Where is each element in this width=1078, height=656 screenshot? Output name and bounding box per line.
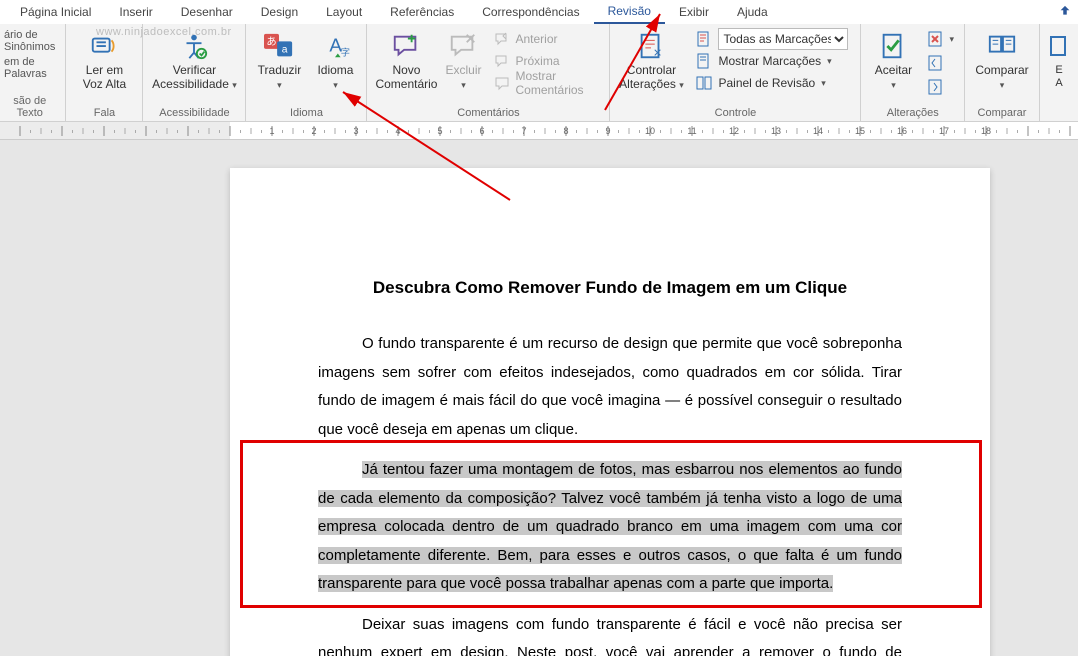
- svg-text:16: 16: [897, 126, 907, 136]
- accept-icon: [877, 30, 909, 62]
- reject-icon: [927, 31, 943, 47]
- word-count-item[interactable]: em de Palavras: [0, 55, 59, 82]
- svg-text:字: 字: [341, 46, 350, 57]
- tab-ajuda[interactable]: Ajuda: [723, 1, 782, 23]
- svg-text:a: a: [282, 45, 288, 56]
- block-authors-icon: [1043, 30, 1075, 62]
- compare-button[interactable]: Comparar▾: [971, 26, 1033, 96]
- tab-referencias[interactable]: Referências: [376, 1, 468, 23]
- svg-text:14: 14: [813, 126, 823, 136]
- tab-layout[interactable]: Layout: [312, 1, 376, 23]
- selection-highlight-box: [240, 440, 982, 608]
- svg-text:15: 15: [855, 126, 865, 136]
- show-markup-button[interactable]: Mostrar Marcações ▾: [690, 50, 854, 72]
- svg-text:7: 7: [521, 126, 526, 136]
- show-comments-button: Mostrar Comentários: [488, 72, 604, 94]
- markup-display-combo[interactable]: Todas as Marcações: [690, 28, 854, 50]
- svg-text:8: 8: [563, 126, 568, 136]
- paragraph-1[interactable]: O fundo transparente é um recurso de des…: [318, 330, 902, 444]
- ribbon: ário de Sinônimos em de Palavras são de …: [0, 24, 1078, 122]
- svg-text:6: 6: [479, 126, 484, 136]
- tab-desenhar[interactable]: Desenhar: [167, 1, 247, 23]
- tab-correspondencias[interactable]: Correspondências: [468, 1, 593, 23]
- track-changes-icon: [635, 30, 667, 62]
- prev-comment-icon: [494, 31, 510, 47]
- new-comment-icon: [390, 30, 422, 62]
- svg-text:10: 10: [645, 126, 655, 136]
- prev-change-button[interactable]: [923, 52, 958, 74]
- svg-text:1: 1: [269, 126, 274, 136]
- svg-text:13: 13: [771, 126, 781, 136]
- tab-pagina-inicial[interactable]: Página Inicial: [6, 1, 105, 23]
- svg-text:17: 17: [939, 126, 949, 136]
- next-change-icon: [927, 79, 943, 95]
- show-comments-icon: [494, 75, 510, 91]
- group-comparar-caption: Comparar: [971, 106, 1033, 121]
- delete-comment-icon: [447, 30, 479, 62]
- tab-exibir[interactable]: Exibir: [665, 1, 723, 23]
- svg-text:11: 11: [687, 126, 696, 136]
- markup-select[interactable]: Todas as Marcações: [718, 28, 848, 50]
- group-acessibilidade-caption: Acessibilidade: [149, 106, 239, 121]
- svg-text:18: 18: [981, 126, 991, 136]
- show-markup-icon: [696, 53, 712, 69]
- review-pane-button[interactable]: Painel de Revisão ▾: [690, 72, 854, 94]
- markup-doc-icon: [696, 31, 712, 47]
- svg-text:2: 2: [311, 126, 316, 136]
- tab-design[interactable]: Design: [247, 1, 312, 23]
- svg-text:あ: あ: [267, 36, 277, 48]
- group-comentarios-caption: Comentários: [373, 106, 603, 121]
- review-pane-icon: [696, 75, 712, 91]
- watermark-text: www.ninjadoexcel.com.br: [96, 26, 232, 38]
- block-authors-button[interactable]: EA: [1046, 26, 1072, 93]
- group-fala-caption: Fala: [72, 106, 136, 121]
- prev-comment-button: Anterior: [488, 28, 604, 50]
- svg-text:5: 5: [437, 126, 442, 136]
- translate-button[interactable]: あa Traduzir▾: [252, 26, 306, 96]
- share-button[interactable]: [1058, 5, 1072, 19]
- next-comment-icon: [494, 53, 510, 69]
- accept-button[interactable]: Aceitar▾: [867, 26, 919, 96]
- language-icon: A字: [319, 30, 351, 62]
- paragraph-3[interactable]: Deixar suas imagens com fundo transparen…: [318, 611, 902, 656]
- horizontal-ruler[interactable]: 123456789101112131415161718: [0, 122, 1078, 140]
- tab-revisao[interactable]: Revisão: [594, 0, 665, 24]
- language-button[interactable]: A字 Idioma▾: [310, 26, 360, 96]
- compare-icon: [986, 30, 1018, 62]
- document-workspace: Descubra Como Remover Fundo de Imagem em…: [0, 140, 1078, 656]
- svg-text:12: 12: [729, 126, 739, 136]
- reject-button[interactable]: ▾: [923, 28, 958, 50]
- track-changes-button[interactable]: Controlar Alterações ▾: [616, 26, 686, 96]
- svg-text:9: 9: [605, 126, 610, 136]
- delete-comment-button: Excluir▾: [443, 26, 483, 96]
- svg-text:4: 4: [395, 126, 400, 136]
- prev-change-icon: [927, 55, 943, 71]
- group-controle-caption: Controle: [616, 106, 854, 121]
- ruler-ticks: 123456789101112131415161718: [0, 122, 1078, 140]
- menu-tabs: Página Inicial Inserir Desenhar Design L…: [0, 0, 1078, 24]
- document-title[interactable]: Descubra Como Remover Fundo de Imagem em…: [318, 278, 902, 298]
- group-idioma-caption: Idioma: [252, 106, 360, 121]
- new-comment-button[interactable]: Novo Comentário: [373, 26, 439, 96]
- translate-icon: あa: [263, 30, 295, 62]
- next-change-button[interactable]: [923, 76, 958, 98]
- tab-inserir[interactable]: Inserir: [105, 1, 166, 23]
- thesaurus-item[interactable]: ário de Sinônimos: [0, 28, 59, 55]
- group-proofing-caption: são de Texto: [0, 94, 59, 121]
- svg-text:3: 3: [353, 126, 358, 136]
- group-alteracoes-caption: Alterações: [867, 106, 958, 121]
